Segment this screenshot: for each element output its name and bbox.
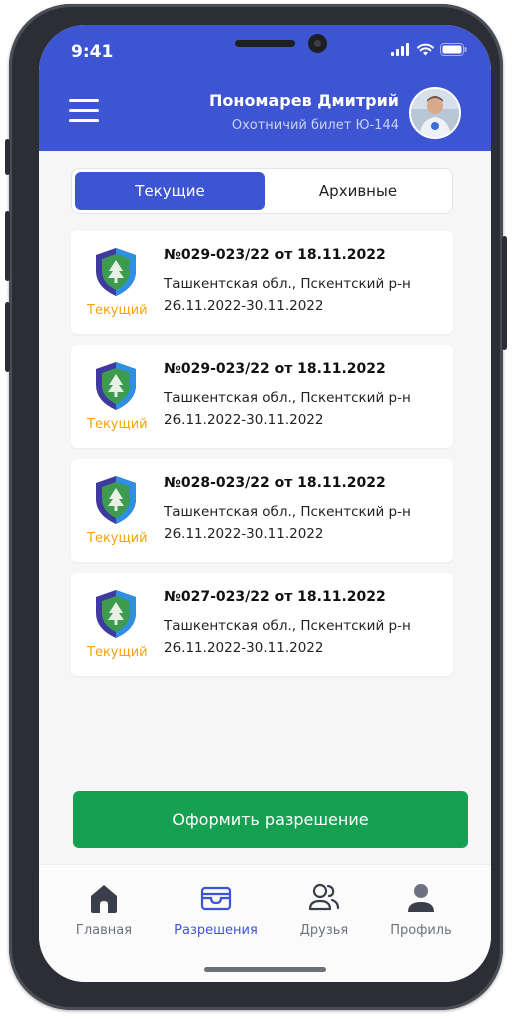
nav-item-friends[interactable]: Друзья	[279, 881, 369, 938]
permit-number: №027-023/22 от 18.11.2022	[164, 589, 386, 605]
nav-item-home[interactable]: Главная	[59, 881, 149, 938]
mute-switch	[5, 139, 10, 175]
nav-item-permits[interactable]: Разрешения	[171, 881, 261, 938]
phone-frame: 9:41 Пономарев Дмитрий Охотничий билет Ю…	[5, 4, 507, 1010]
shield-tree-icon	[96, 248, 136, 296]
nav-label-home: Главная	[75, 923, 133, 938]
signal-icon	[391, 43, 409, 56]
permit-place: Ташкентская обл., Пскентский р-н	[164, 504, 411, 520]
permit-dates: 26.11.2022-30.11.2022	[164, 526, 324, 542]
app-header: 9:41 Пономарев Дмитрий Охотничий билет Ю…	[39, 25, 491, 151]
volume-down-button	[5, 302, 10, 372]
issue-permit-button[interactable]: Оформить разрешение	[73, 791, 468, 848]
shield-tree-icon	[96, 362, 136, 410]
nav-label-permits: Разрешения	[174, 923, 258, 938]
friends-icon	[308, 883, 340, 911]
bottom-nav: Главная Разрешения Друзья Профиль	[39, 864, 491, 982]
screen: 9:41 Пономарев Дмитрий Охотничий билет Ю…	[39, 25, 491, 982]
wallet-icon	[200, 886, 232, 911]
permit-number: №029-023/22 от 18.11.2022	[164, 361, 386, 377]
permit-card[interactable]: Текущий №029-023/22 от 18.11.2022 Ташкен…	[71, 231, 453, 334]
volume-up-button	[5, 211, 10, 281]
permit-status: Текущий	[87, 417, 148, 432]
status-icons	[391, 43, 467, 56]
status-time: 9:41	[71, 42, 114, 62]
permit-tabs: Текущие Архивные	[71, 168, 453, 214]
nav-label-profile: Профиль	[390, 923, 452, 938]
permit-status: Текущий	[87, 303, 148, 318]
permit-place: Ташкентская обл., Пскентский р-н	[164, 618, 411, 634]
avatar-photo	[411, 89, 459, 137]
permit-card[interactable]: Текущий №027-023/22 от 18.11.2022 Ташкен…	[71, 573, 453, 676]
permit-number: №028-023/22 от 18.11.2022	[164, 475, 386, 491]
permit-place: Ташкентская обл., Пскентский р-н	[164, 390, 411, 406]
avatar[interactable]	[409, 87, 461, 139]
user-name: Пономарев Дмитрий	[209, 91, 399, 110]
permit-dates: 26.11.2022-30.11.2022	[164, 640, 324, 656]
shield-tree-icon	[96, 590, 136, 638]
permit-place: Ташкентская обл., Пскентский р-н	[164, 276, 411, 292]
permit-status: Текущий	[87, 531, 148, 546]
hunting-ticket: Охотничий билет Ю-144	[231, 118, 399, 133]
permit-card[interactable]: Текущий №028-023/22 от 18.11.2022 Ташкен…	[71, 459, 453, 562]
permit-dates: 26.11.2022-30.11.2022	[164, 412, 324, 428]
home-icon	[91, 885, 117, 913]
tab-archive[interactable]: Архивные	[267, 172, 449, 210]
nav-label-friends: Друзья	[299, 923, 349, 938]
front-camera	[308, 34, 327, 53]
permit-card[interactable]: Текущий №029-023/22 от 18.11.2022 Ташкен…	[71, 345, 453, 448]
menu-button[interactable]	[69, 99, 99, 123]
permit-number: №029-023/22 от 18.11.2022	[164, 247, 386, 263]
permit-dates: 26.11.2022-30.11.2022	[164, 298, 324, 314]
nav-item-profile[interactable]: Профиль	[376, 881, 466, 938]
tab-current[interactable]: Текущие	[75, 172, 265, 210]
battery-icon	[440, 43, 467, 56]
power-button	[502, 236, 507, 350]
home-indicator	[204, 967, 326, 972]
speaker-notch	[235, 40, 295, 47]
permit-status: Текущий	[87, 645, 148, 660]
shield-tree-icon	[96, 476, 136, 524]
profile-icon	[408, 884, 434, 912]
wifi-icon	[417, 43, 434, 56]
